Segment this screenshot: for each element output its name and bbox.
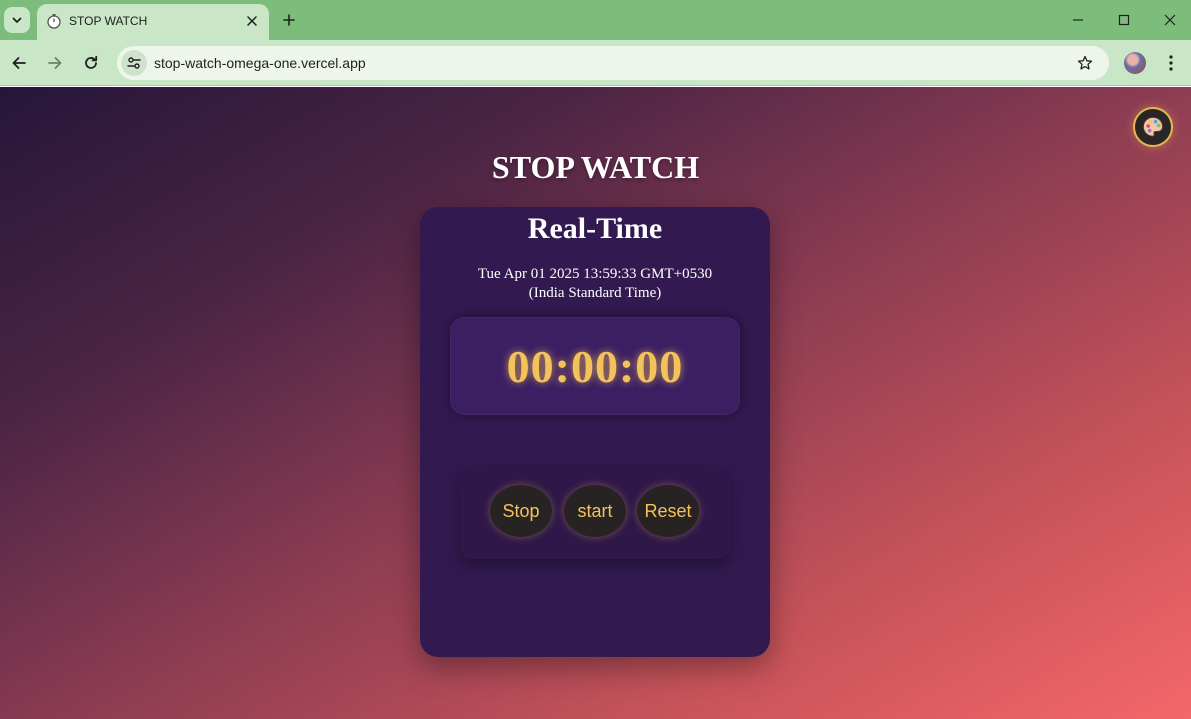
controls-panel: Stop start Reset xyxy=(460,467,730,559)
address-bar[interactable]: stop-watch-omega-one.vercel.app xyxy=(117,46,1109,80)
page-viewport: STOP WATCH Real-Time Tue Apr 01 2025 13:… xyxy=(0,87,1191,719)
reset-button[interactable]: Reset xyxy=(637,485,699,537)
browser-menu-button[interactable] xyxy=(1161,52,1181,74)
time-display-box: 00:00:00 xyxy=(450,317,740,415)
start-button[interactable]: start xyxy=(564,485,626,537)
browser-toolbar: stop-watch-omega-one.vercel.app xyxy=(0,40,1191,86)
card-heading: Real-Time xyxy=(527,212,663,245)
tab-search-button[interactable] xyxy=(4,7,30,33)
tab-strip: STOP WATCH xyxy=(0,0,1191,40)
maximize-icon xyxy=(1118,14,1130,26)
stop-button[interactable]: Stop xyxy=(490,485,552,537)
minimize-button[interactable] xyxy=(1066,8,1090,32)
close-icon xyxy=(1164,14,1176,26)
stopwatch-card: Real-Time Tue Apr 01 2025 13:59:33 GMT+0… xyxy=(420,207,770,657)
tab-close-button[interactable] xyxy=(243,12,261,30)
close-window-button[interactable] xyxy=(1158,8,1182,32)
profile-avatar[interactable] xyxy=(1124,52,1146,74)
minimize-icon xyxy=(1073,19,1083,21)
bookmark-button[interactable] xyxy=(1075,53,1095,73)
reload-icon xyxy=(85,55,98,69)
theme-toggle-button[interactable] xyxy=(1133,107,1173,147)
plus-icon xyxy=(283,14,295,26)
forward-button[interactable] xyxy=(43,51,67,75)
browser-tab[interactable]: STOP WATCH xyxy=(37,4,269,40)
maximize-button[interactable] xyxy=(1112,8,1136,32)
new-tab-button[interactable] xyxy=(279,10,299,30)
tab-title: STOP WATCH xyxy=(69,14,148,28)
close-icon xyxy=(247,16,257,26)
time-display: 00:00:00 xyxy=(506,340,684,392)
tune-icon xyxy=(127,57,141,69)
more-vertical-icon xyxy=(1169,55,1173,71)
arrow-right-icon xyxy=(48,57,62,69)
reload-button[interactable] xyxy=(79,51,103,75)
datetime-line-1: Tue Apr 01 2025 13:59:33 GMT+0530 xyxy=(477,266,713,282)
star-icon xyxy=(1077,55,1093,70)
stopwatch-icon xyxy=(47,14,61,29)
arrow-left-icon xyxy=(12,57,26,69)
url-text[interactable]: stop-watch-omega-one.vercel.app xyxy=(154,55,366,71)
page-title: STOP WATCH xyxy=(491,149,700,185)
current-datetime: Tue Apr 01 2025 13:59:33 GMT+0530 (India… xyxy=(440,265,750,303)
back-button[interactable] xyxy=(7,51,31,75)
datetime-line-2: (India Standard Time) xyxy=(528,285,662,301)
palette-icon xyxy=(1143,117,1163,137)
site-info-button[interactable] xyxy=(121,50,147,76)
chevron-down-icon xyxy=(12,17,22,23)
